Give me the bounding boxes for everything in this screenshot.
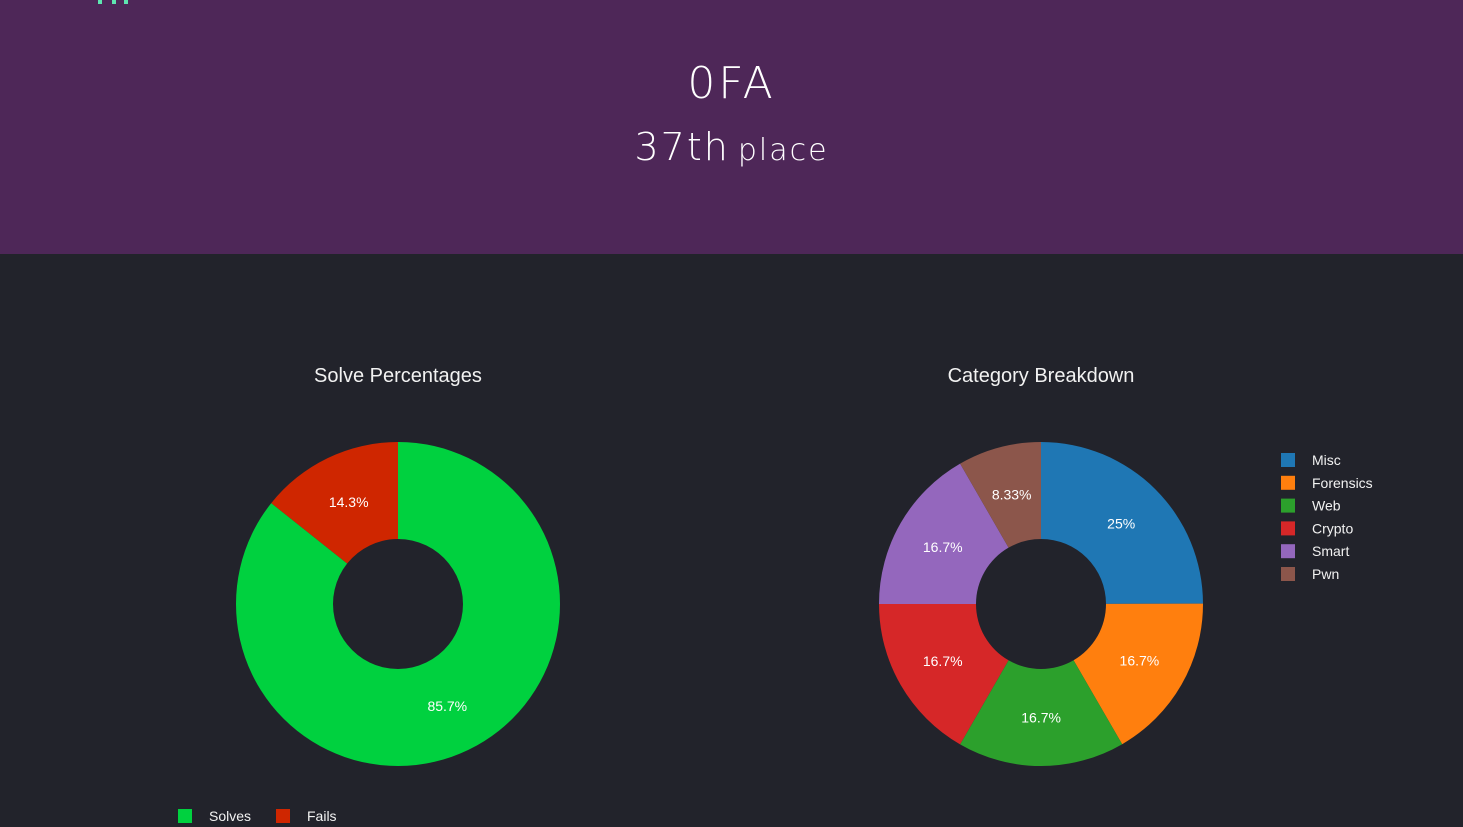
team-header: 0FA 37th place [0,0,1463,254]
legend-item-web[interactable]: Web [1312,498,1341,514]
legend-swatch-smart[interactable] [1281,544,1295,559]
legend-item-misc[interactable]: Misc [1312,452,1341,468]
slice-label-pwn: 8.33% [992,486,1032,502]
slice-label-forensics: 16.7% [1120,653,1160,669]
slice-label-crypto: 16.7% [923,653,963,669]
legend-item-smart[interactable]: Smart [1312,543,1349,559]
team-place: 37th place [0,122,1463,180]
charts-section: Solve Percentages 85.7% 14.3% Solves Fails C… [0,254,1463,827]
legend-swatch-pwn[interactable] [1281,567,1295,581]
slice-label-web: 16.7% [1021,709,1061,725]
legend-swatch-forensics[interactable] [1281,475,1295,490]
legend-swatch-web[interactable] [1281,498,1295,513]
logo-icon[interactable] [62,0,142,6]
place-number: 37th [634,125,730,169]
legend-swatch-misc[interactable] [1281,453,1295,467]
legend-swatch-crypto[interactable] [1281,521,1295,536]
slice-label-smart: 16.7% [923,539,963,555]
legend-item-crypto[interactable]: Crypto [1312,520,1353,536]
team-name: 0FA [687,58,776,109]
category-breakdown-chart: Category Breakdown 25% 16.7% 16.7% 16.7% 16.7… [879,365,1373,767]
chart-title: Category Breakdown [948,365,1135,387]
legend-item-pwn[interactable]: Pwn [1312,566,1339,582]
legend-item-forensics[interactable]: Forensics [1312,475,1373,491]
place-word: place [737,133,829,168]
slice-label-misc: 25% [1107,516,1135,532]
